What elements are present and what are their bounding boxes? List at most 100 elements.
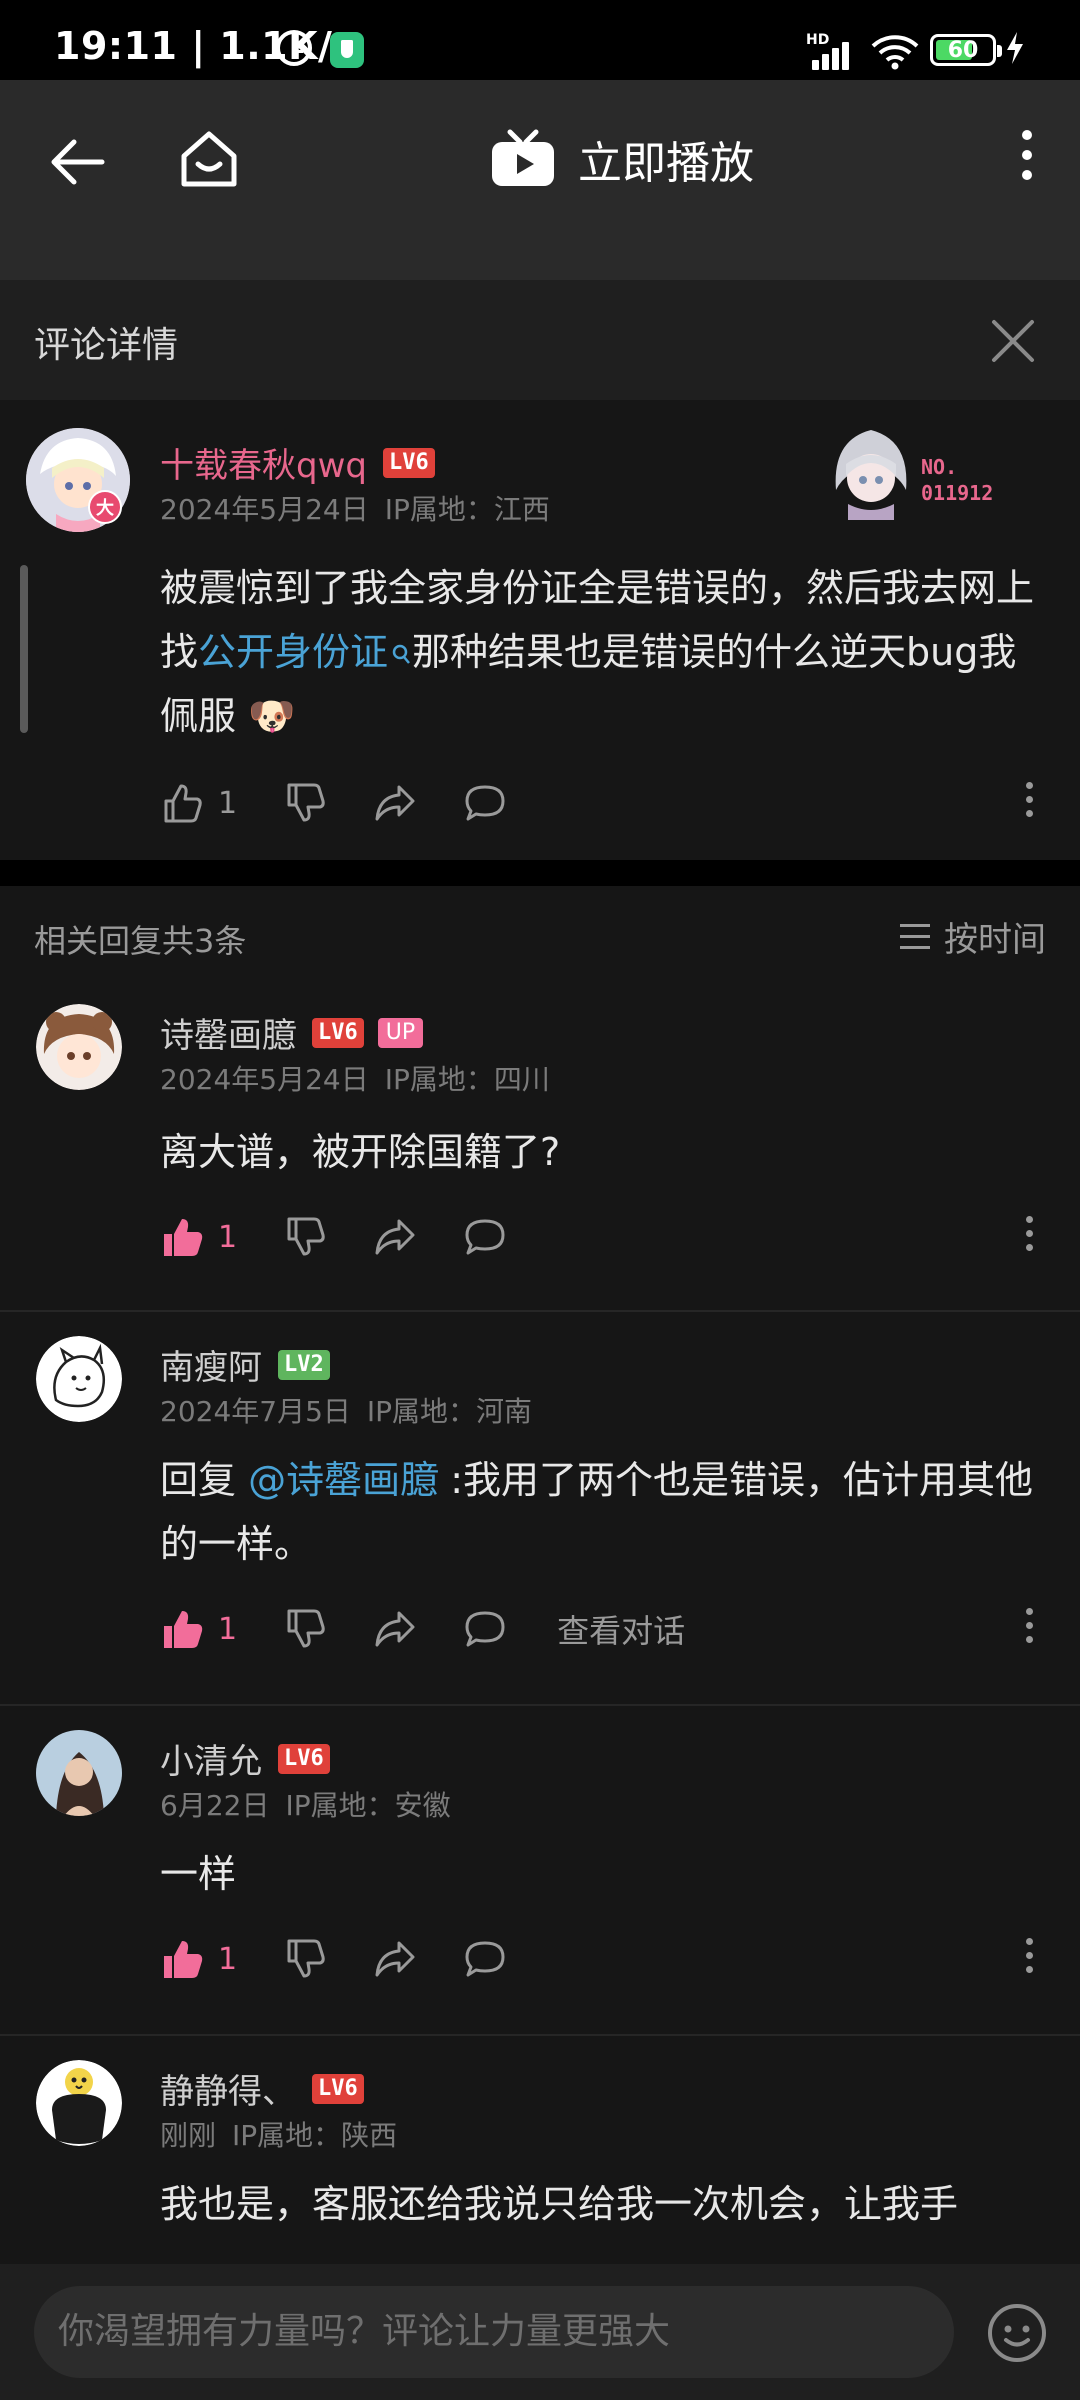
play-now-label: 立即播放	[578, 138, 754, 189]
dislike-button[interactable]	[283, 1937, 327, 1981]
replies-section: 相关回复共3条 按时间 诗罄画臆 LV6 UP 2024年5月24日 IP属地：四…	[0, 886, 1080, 2264]
like-button[interactable]: 1	[160, 1215, 237, 1259]
share-button[interactable]	[373, 781, 417, 825]
emoji-icon[interactable]	[986, 2302, 1048, 2364]
dislike-button[interactable]	[283, 1607, 327, 1651]
home-icon[interactable]	[176, 126, 242, 192]
comment-date: 2024年5月24日	[160, 493, 369, 526]
play-now-button[interactable]: 立即播放	[490, 124, 754, 194]
like-button[interactable]: 1	[160, 1937, 237, 1981]
reply-button[interactable]	[463, 1215, 507, 1259]
share-button[interactable]	[373, 1215, 417, 1259]
share-icon	[375, 1611, 415, 1647]
like-button[interactable]: 1	[160, 1607, 237, 1651]
shield-app-icon	[330, 32, 364, 68]
back-arrow-icon[interactable]	[48, 132, 108, 192]
thumbs-up-filled-icon	[164, 1941, 203, 1978]
avatar[interactable]	[36, 2060, 122, 2146]
comment-input-bar: 你渴望拥有力量吗？评论让力量更强大	[0, 2264, 1080, 2400]
main-comment: 大 十载春秋qwq LV6 2024年5月24日 IP属地：江西 NO. 0119…	[0, 400, 1080, 860]
share-icon	[375, 1219, 415, 1255]
thumbs-down-icon	[287, 1939, 325, 1978]
thumbs-up-filled-icon	[164, 1611, 203, 1648]
battery-level: 60	[947, 38, 979, 63]
scroll-indicator	[20, 565, 28, 733]
alarm-icon	[276, 30, 312, 66]
replies-header: 相关回复共3条 按时间	[0, 886, 1080, 982]
mention-link[interactable]: @诗罄画臆	[248, 1458, 438, 1502]
username[interactable]: 南瘦阿	[160, 1340, 262, 1389]
comment-meta: 刚刚 IP属地：陕西	[160, 2114, 397, 2154]
signal-icon	[812, 42, 858, 70]
comment-detail-header: 评论详情	[0, 280, 1080, 400]
comment-meta: 2024年5月24日 IP属地：江西	[160, 488, 550, 528]
tv-play-icon	[492, 129, 554, 186]
more-options-icon[interactable]	[1022, 1216, 1036, 1260]
avatar[interactable]	[36, 1004, 122, 1090]
search-link[interactable]: 公开身份证	[198, 630, 412, 674]
comment-meta: 2024年5月24日 IP属地：四川	[160, 1058, 550, 1098]
reply-item: 小清允 LV6 6月22日 IP属地：安徽 一样 1	[0, 1706, 1080, 2036]
share-button[interactable]	[373, 1937, 417, 1981]
username[interactable]: 小清允	[160, 1734, 262, 1783]
comment-date: 2024年5月24日	[160, 1063, 369, 1096]
level-badge: LV6	[278, 1743, 330, 1774]
comment-actions: 1	[160, 1212, 1046, 1262]
comment-meta: 2024年7月5日 IP属地：河南	[160, 1390, 532, 1430]
username-row: 十载春秋qwq LV6	[160, 438, 435, 487]
comment-text: 被震惊到了我全家身份证全是错误的，然后我去网上找公开身份证 那种结果也是错误的什么…	[160, 566, 1035, 738]
more-options-icon[interactable]	[1022, 1938, 1036, 1982]
view-conversation-link[interactable]: 查看对话	[557, 1606, 685, 1652]
page-title: 评论详情	[34, 325, 179, 366]
comment-icon	[465, 1611, 505, 1647]
close-icon[interactable]	[990, 318, 1036, 364]
fan-badge[interactable]: NO. 011912	[826, 420, 1006, 520]
username[interactable]: 十载春秋qwq	[160, 438, 367, 487]
dislike-button[interactable]	[283, 1215, 327, 1259]
comment-date: 6月22日	[160, 1789, 270, 1822]
level-badge: LV6	[312, 1017, 364, 1048]
sort-button[interactable]: 按时间	[900, 912, 1046, 961]
reply-count: 相关回复共3条	[34, 922, 247, 960]
sort-label: 按时间	[944, 920, 1046, 960]
comment-text: 回复 @诗罄画臆 :我用了两个也是错误，估计用其他的一样。	[160, 1458, 1033, 1566]
section-divider	[0, 860, 1080, 886]
username-row: 静静得、 LV6	[160, 2064, 364, 2113]
comment-text: 离大谱，被开除国籍了?	[160, 1130, 561, 1174]
top-nav: 立即播放	[0, 80, 1080, 280]
reply-button[interactable]	[463, 1607, 507, 1651]
reply-button[interactable]	[463, 781, 507, 825]
up-badge: UP	[377, 1017, 424, 1048]
reply-button[interactable]	[463, 1937, 507, 1981]
comment-actions: 1 查看对话	[160, 1604, 1046, 1654]
more-options-icon[interactable]	[1022, 782, 1036, 826]
username[interactable]: 诗罄画臆	[160, 1008, 296, 1057]
comment-text: 我也是，客服还给我说只给我一次机会，让我手	[160, 2182, 959, 2226]
like-button[interactable]: 1	[160, 781, 237, 825]
more-vertical-icon[interactable]	[1012, 130, 1042, 190]
avatar[interactable]	[36, 1336, 122, 1422]
fan-badge-number: NO. 011912	[921, 455, 994, 505]
thumbs-down-icon	[287, 783, 325, 822]
comment-ip: IP属地：江西	[384, 493, 550, 526]
list-sort-icon	[900, 923, 930, 950]
share-button[interactable]	[373, 1607, 417, 1651]
more-options-icon[interactable]	[1022, 1608, 1036, 1652]
comment-icon	[465, 1219, 505, 1255]
thumbs-down-icon	[287, 1217, 325, 1256]
comment-date: 2024年7月5日	[160, 1395, 351, 1428]
thumbs-down-icon	[287, 1609, 325, 1648]
level-badge: LV6	[312, 2073, 364, 2104]
comment-text: 一样	[160, 1852, 237, 1896]
battery-icon: 60	[930, 34, 1002, 66]
avatar[interactable]	[36, 1730, 122, 1816]
comment-actions: 1	[160, 1934, 1046, 1984]
comment-icon	[465, 1941, 505, 1977]
username[interactable]: 静静得、	[160, 2064, 296, 2113]
comment-date: 刚刚	[160, 2119, 217, 2152]
comment-input[interactable]: 你渴望拥有力量吗？评论让力量更强大	[34, 2286, 954, 2378]
dislike-button[interactable]	[283, 781, 327, 825]
level-badge: LV6	[382, 447, 435, 478]
comment-ip: IP属地：陕西	[232, 2119, 398, 2152]
fan-badge-image	[835, 430, 907, 520]
